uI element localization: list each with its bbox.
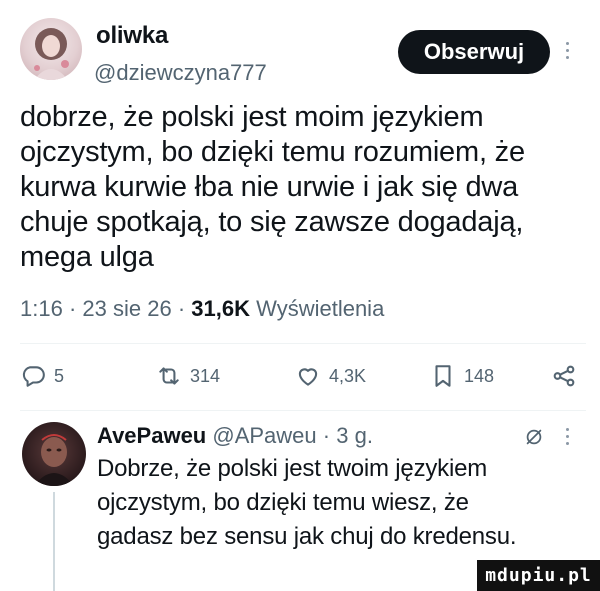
divider <box>20 343 586 344</box>
reply-count: 5 <box>54 365 65 386</box>
share-button[interactable] <box>551 360 577 392</box>
user-handle[interactable]: @dziewczyna777 <box>94 60 267 86</box>
tweet-meta: 1:16 · 23 sie 26 · 31,6K Wyświetlenia <box>20 296 384 322</box>
views-label: Wyświetlenia <box>256 296 385 321</box>
meta-separator: · <box>322 423 331 448</box>
reply-handle[interactable]: @APaweu <box>212 423 316 448</box>
watermark-logo: mdupiu.pl <box>477 560 600 591</box>
tweet-time[interactable]: 1:16 <box>20 296 63 321</box>
reply-text: Dobrze, że polski jest twoim językiem oj… <box>97 455 517 550</box>
retweet-button[interactable]: 314 <box>156 360 220 392</box>
reply-avatar[interactable] <box>22 422 86 486</box>
thread-line <box>53 492 55 591</box>
follow-button[interactable]: Obserwuj <box>398 30 550 74</box>
display-name[interactable]: oliwka <box>96 22 168 50</box>
tweet-text: dobrze, że polski jest moim językiem ojc… <box>20 101 525 273</box>
retweet-icon <box>159 367 179 385</box>
retweet-count: 314 <box>190 365 221 386</box>
reply-display-name[interactable]: AvePaweu <box>97 423 206 448</box>
like-button[interactable]: 4,3K <box>295 360 366 392</box>
like-icon <box>298 368 318 386</box>
views-count: 31,6K <box>191 296 250 321</box>
bookmark-button[interactable]: 148 <box>430 360 494 392</box>
reply-button[interactable]: 5 <box>20 360 64 392</box>
grok-icon[interactable] <box>523 426 545 448</box>
divider <box>20 410 586 411</box>
share-icon <box>553 365 575 387</box>
reply-header: AvePaweu @APaweu · 3 g. <box>97 423 373 449</box>
bookmark-icon <box>435 365 451 387</box>
meta-separator: · <box>68 296 77 321</box>
more-icon[interactable] <box>563 42 571 64</box>
meta-separator: · <box>177 296 186 321</box>
like-count: 4,3K <box>329 365 367 386</box>
tweet-date[interactable]: 23 sie 26 <box>82 296 171 321</box>
reply-icon <box>22 366 45 387</box>
more-icon[interactable] <box>566 428 569 445</box>
reply-age[interactable]: 3 g. <box>336 423 373 448</box>
bookmark-count: 148 <box>464 365 495 386</box>
avatar[interactable] <box>20 18 82 80</box>
